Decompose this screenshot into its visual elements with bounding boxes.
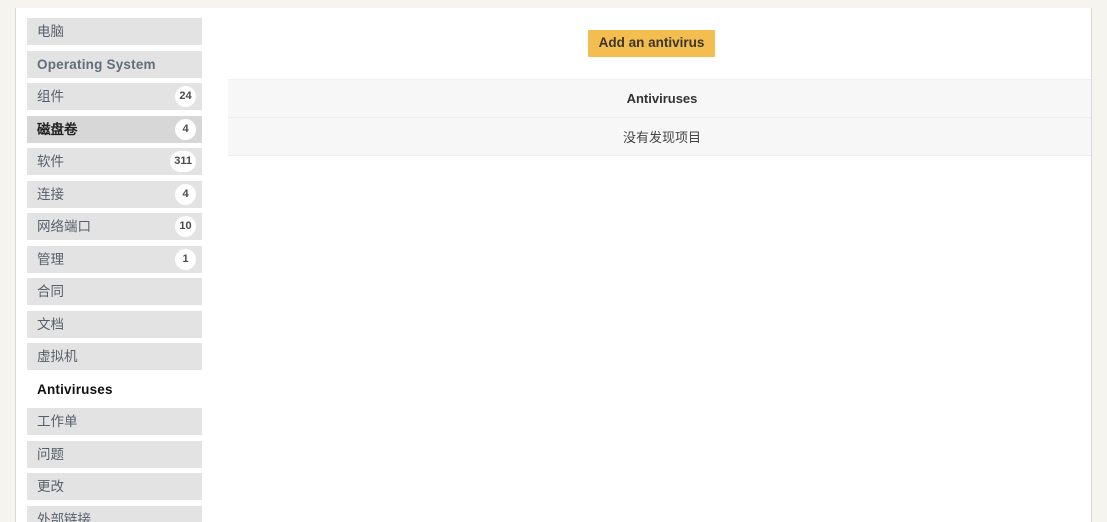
sidebar-item-badge: 24 [175,86,196,107]
sidebar-item-3[interactable]: 磁盘卷 4 [27,115,202,143]
sidebar-item-label: 合同 [37,284,64,299]
sidebar-item-label: 外部链接 [37,511,91,522]
sidebar-item-1[interactable]: Operating System [27,50,202,78]
add-antivirus-button[interactable]: Add an antivirus [587,30,716,57]
sidebar-item-label: 磁盘卷 [37,121,78,137]
sidebar-item-badge: 10 [175,216,196,237]
sidebar-item-badge: 311 [170,151,196,172]
sidebar-item-label: 虚拟机 [37,349,78,364]
sidebar-item-badge: 4 [175,118,196,140]
sidebar-item-badge: 4 [175,183,196,205]
toolbar: Add an antivirus [212,18,1091,64]
table-header-row: Antiviruses [228,79,1091,118]
sidebar-item-11[interactable]: Antiviruses [27,376,202,403]
sidebar-item-label: 工作单 [37,414,78,429]
sidebar-item-label: 更改 [37,479,64,494]
table-head: Antiviruses [228,79,1091,118]
sidebar-item-label: 组件 [37,89,64,104]
sidebar-item-label: 电脑 [37,24,64,39]
sidebar-item-0[interactable]: 电脑 [27,18,202,45]
sidebar-item-14[interactable]: 更改 [27,473,202,500]
sidebar-item-10[interactable]: 虚拟机 [27,343,202,370]
sidebar-item-label: 网络端口 [37,219,91,234]
sidebar-item-badge: 1 [175,248,196,270]
sidebar-item-label: 管理 [37,251,64,267]
sidebar-item-5[interactable]: 连接 4 [27,180,202,208]
column-header-antiviruses: Antiviruses [228,79,1091,118]
sidebar-item-8[interactable]: 合同 [27,278,202,305]
sidebar-item-13[interactable]: 问题 [27,440,202,468]
sidebar-item-7[interactable]: 管理 1 [27,245,202,273]
sidebar-item-label: Antiviruses [37,381,113,397]
sidebar-item-4[interactable]: 软件 311 [27,148,202,175]
sidebar-item-label: 问题 [37,446,64,462]
sidebar-item-6[interactable]: 网络端口 10 [27,213,202,240]
sidebar-item-label: 软件 [37,154,64,169]
empty-message: 没有发现项目 [228,117,1091,156]
table-row: 没有发现项目 [228,117,1091,156]
sidebar-item-12[interactable]: 工作单 [27,408,202,435]
sidebar-item-9[interactable]: 文档 [27,310,202,338]
sidebar-item-label: 连接 [37,186,64,202]
page-frame: 电脑 Operating System 组件 24 磁盘卷 4 软件 311 连接 4 网络端口 10… [15,8,1092,522]
sidebar-item-label: Operating System [37,56,156,72]
antiviruses-table: Antiviruses 没有发现项目 [228,79,1091,156]
sidebar-item-15[interactable]: 外部链接 [27,505,202,522]
sidebar-item-2[interactable]: 组件 24 [27,83,202,110]
table-body: 没有发现项目 [228,117,1091,156]
main-content: Add an antivirus Antiviruses 没有发现项目 [212,18,1091,522]
sidebar-item-label: 文档 [37,316,64,332]
sidebar: 电脑 Operating System 组件 24 磁盘卷 4 软件 311 连接 4 网络端口 10… [27,18,202,522]
